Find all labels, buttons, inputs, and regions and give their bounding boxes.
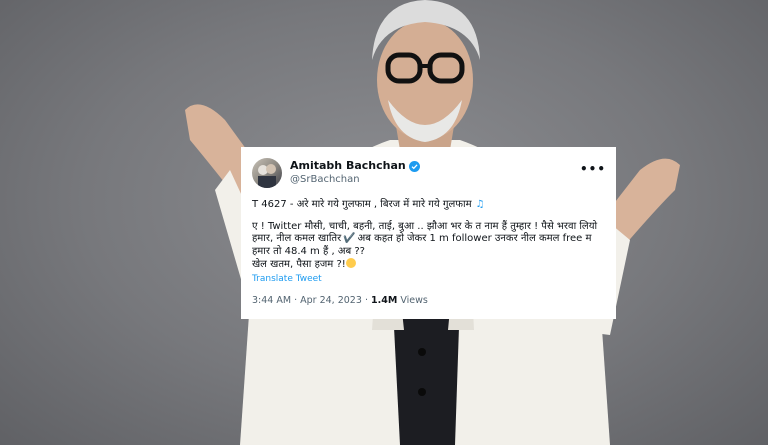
tweet-line: खेल खतम, पैसा हजम ?! bbox=[252, 258, 606, 272]
author-block: Amitabh Bachchan @SrBachchan bbox=[290, 159, 420, 187]
tweet-date[interactable]: Apr 24, 2023 bbox=[300, 295, 362, 306]
tweet-line: T 4627 - अरे मारे गये गुलफाम , बिरज में … bbox=[252, 199, 485, 210]
avatar[interactable] bbox=[252, 158, 282, 188]
tweet-card[interactable]: Amitabh Bachchan @SrBachchan ••• T 4627 … bbox=[241, 147, 616, 319]
views-count: 1.4M bbox=[370, 294, 398, 306]
music-notes-icon: ♫ bbox=[475, 199, 485, 210]
verified-badge-icon bbox=[408, 160, 420, 172]
tweet-line: हमार, नील कमल खातिर ✔️ अब कहत हो जेकर 1 m … bbox=[252, 233, 592, 244]
tweet-meta: 3:44 AM · Apr 24, 2023 · 1.4M Views bbox=[252, 294, 428, 306]
flushed-face-icon bbox=[345, 258, 356, 268]
tweet-line: ए ! Twitter मौसी, चाची, बहनी, ताई, बुआ .… bbox=[252, 220, 598, 232]
tweet-text: T 4627 - अरे मारे गये गुलफाम , बिरज में … bbox=[252, 199, 606, 272]
check-mark-icon: ✔️ bbox=[343, 233, 356, 244]
tweet-line: हमार तो 48.4 m हैं , अब ?? bbox=[252, 245, 365, 257]
views-label: Views bbox=[400, 294, 428, 306]
display-name[interactable]: Amitabh Bachchan bbox=[290, 159, 406, 173]
handle[interactable]: @SrBachchan bbox=[290, 173, 420, 187]
translate-tweet-link[interactable]: Translate Tweet bbox=[252, 274, 606, 284]
tweet-time[interactable]: 3:44 AM bbox=[252, 295, 291, 306]
more-options-icon[interactable]: ••• bbox=[580, 162, 606, 176]
tweet-header: Amitabh Bachchan @SrBachchan ••• bbox=[252, 156, 606, 190]
